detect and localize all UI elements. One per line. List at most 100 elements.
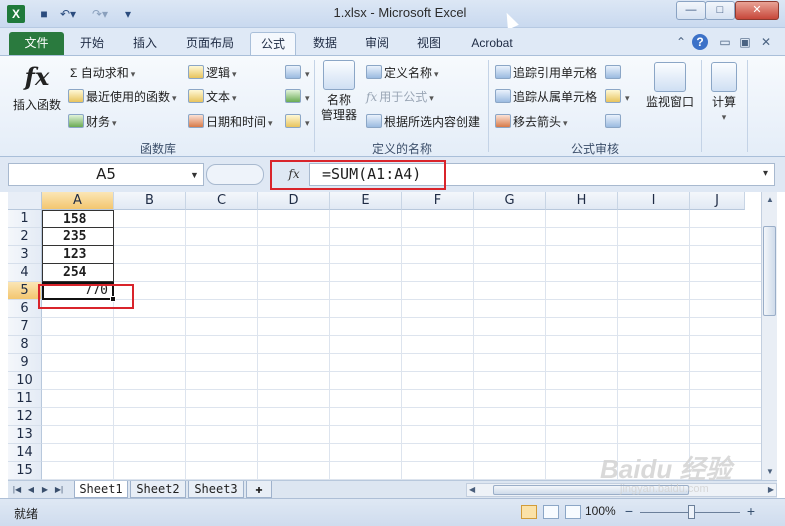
zoom-slider-thumb[interactable] bbox=[688, 505, 695, 519]
select-all-corner[interactable] bbox=[8, 192, 42, 210]
calculation-button[interactable]: 计算 ▾ bbox=[706, 62, 742, 125]
column-header-h[interactable]: H bbox=[546, 192, 618, 210]
show-formulas-button[interactable] bbox=[605, 65, 623, 81]
row-header-12[interactable]: 12 bbox=[8, 408, 42, 426]
financial-button[interactable]: 财务 ▾ bbox=[68, 114, 117, 131]
tab-file[interactable]: 文件 bbox=[9, 32, 64, 55]
tab-home[interactable]: 开始 bbox=[68, 32, 116, 55]
datetime-button[interactable]: 日期和时间 ▾ bbox=[188, 114, 273, 131]
redo-icon[interactable]: ↷▾ bbox=[90, 5, 110, 23]
sheet-tab-sheet1[interactable]: Sheet1 bbox=[74, 481, 128, 498]
spreadsheet-grid[interactable]: ABCDEFGHIJ 1 2 3 4 5 6 7 8 9 10 11 12 13 14 15 158 235… bbox=[8, 192, 761, 480]
last-sheet-icon[interactable]: ▶| bbox=[52, 483, 66, 497]
math-trig-button[interactable]: ▾ bbox=[285, 89, 310, 106]
row-header-15[interactable]: 15 bbox=[8, 462, 42, 480]
zoom-out-icon[interactable]: − bbox=[621, 503, 637, 519]
scroll-up-icon[interactable]: ▲ bbox=[764, 194, 776, 206]
cell-a2[interactable]: 235 bbox=[42, 228, 114, 246]
sheet-tab-sheet3[interactable]: Sheet3 bbox=[188, 481, 244, 498]
column-header-e[interactable]: E bbox=[330, 192, 402, 210]
row-header-7[interactable]: 7 bbox=[8, 318, 42, 336]
minimize-button[interactable]: — bbox=[676, 1, 706, 20]
row-header-11[interactable]: 11 bbox=[8, 390, 42, 408]
scroll-left-icon[interactable]: ◀ bbox=[469, 484, 475, 496]
trace-precedents-button[interactable]: 追踪引用单元格 bbox=[495, 65, 597, 81]
tab-view[interactable]: 视图 bbox=[406, 32, 452, 55]
evaluate-formula-button[interactable] bbox=[605, 114, 623, 130]
vertical-scroll-thumb[interactable] bbox=[763, 226, 776, 316]
normal-view-icon[interactable] bbox=[521, 505, 537, 519]
workbook-restore-icon[interactable]: ▣ bbox=[737, 34, 753, 50]
row-header-9[interactable]: 9 bbox=[8, 354, 42, 372]
create-from-selection-button[interactable]: 根据所选内容创建 bbox=[366, 114, 480, 130]
row-header-10[interactable]: 10 bbox=[8, 372, 42, 390]
row-header-6[interactable]: 6 bbox=[8, 300, 42, 318]
zoom-level[interactable]: 100% bbox=[585, 504, 616, 518]
row-header-3[interactable]: 3 bbox=[8, 246, 42, 264]
save-icon[interactable]: ■ bbox=[36, 5, 52, 23]
logical-button[interactable]: 逻辑 ▾ bbox=[188, 65, 237, 82]
name-manager-button[interactable]: 名称 管理器 bbox=[318, 60, 360, 123]
tab-review[interactable]: 审阅 bbox=[354, 32, 400, 55]
minimize-ribbon-icon[interactable]: ⌃ bbox=[673, 34, 689, 50]
row-header-5[interactable]: 5 bbox=[8, 282, 42, 300]
column-header-b[interactable]: B bbox=[114, 192, 186, 210]
column-header-c[interactable]: C bbox=[186, 192, 258, 210]
row-header-4[interactable]: 4 bbox=[8, 264, 42, 282]
column-header-a[interactable]: A bbox=[42, 192, 114, 210]
sheet-tab-sheet2[interactable]: Sheet2 bbox=[130, 481, 186, 498]
page-break-view-icon[interactable] bbox=[565, 505, 581, 519]
scroll-down-icon[interactable]: ▼ bbox=[764, 466, 776, 478]
tab-acrobat[interactable]: Acrobat bbox=[460, 32, 524, 55]
tab-page-layout[interactable]: 页面布局 bbox=[176, 32, 244, 55]
first-sheet-icon[interactable]: |◀ bbox=[10, 483, 24, 497]
watch-window-button[interactable]: 监视窗口 bbox=[643, 62, 697, 110]
trace-dependents-button[interactable]: 追踪从属单元格 bbox=[495, 89, 597, 105]
name-box[interactable]: A5 bbox=[8, 163, 204, 186]
column-header-j[interactable]: J bbox=[690, 192, 745, 210]
error-checking-button[interactable]: ▾ bbox=[605, 89, 630, 106]
workbook-close-icon[interactable]: ✕ bbox=[758, 34, 774, 50]
column-header-f[interactable]: F bbox=[402, 192, 474, 210]
tab-data[interactable]: 数据 bbox=[302, 32, 348, 55]
undo-icon[interactable]: ↶▾ bbox=[58, 5, 78, 23]
column-header-i[interactable]: I bbox=[618, 192, 690, 210]
tab-insert[interactable]: 插入 bbox=[122, 32, 168, 55]
close-button[interactable]: ✕ bbox=[735, 1, 779, 20]
column-header-d[interactable]: D bbox=[258, 192, 330, 210]
row-header-14[interactable]: 14 bbox=[8, 444, 42, 462]
insert-sheet-icon[interactable]: ✚ bbox=[246, 481, 272, 498]
lookup-reference-button[interactable]: ▾ bbox=[285, 65, 310, 82]
cell-a4[interactable]: 254 bbox=[42, 264, 114, 282]
use-in-formula-button[interactable]: fx 用于公式 ▾ bbox=[366, 89, 434, 106]
more-functions-button[interactable]: ▾ bbox=[285, 114, 310, 131]
column-header-g[interactable]: G bbox=[474, 192, 546, 210]
tab-formulas[interactable]: 公式 bbox=[250, 32, 296, 55]
cell-a3[interactable]: 123 bbox=[42, 246, 114, 264]
help-icon[interactable]: ? bbox=[692, 34, 708, 50]
workbook-minimize-icon[interactable]: ▭ bbox=[717, 34, 733, 50]
cell-a1[interactable]: 158 bbox=[42, 210, 114, 228]
text-button[interactable]: 文本 ▾ bbox=[188, 89, 237, 106]
define-name-button[interactable]: 定义名称 ▾ bbox=[366, 65, 439, 82]
formula-bar-resize-handle[interactable] bbox=[206, 164, 264, 185]
row-header-13[interactable]: 13 bbox=[8, 426, 42, 444]
expand-formula-bar-icon[interactable]: ▾ bbox=[763, 168, 768, 179]
page-layout-view-icon[interactable] bbox=[543, 505, 559, 519]
next-sheet-icon[interactable]: ▶ bbox=[38, 483, 52, 497]
row-header-1[interactable]: 1 bbox=[8, 210, 42, 228]
zoom-in-icon[interactable]: + bbox=[743, 503, 759, 519]
customize-quick-access-icon[interactable]: ▾ bbox=[122, 5, 134, 23]
row-header-8[interactable]: 8 bbox=[8, 336, 42, 354]
maximize-button[interactable]: □ bbox=[705, 1, 735, 20]
scroll-right-icon[interactable]: ▶ bbox=[768, 484, 774, 496]
row-header-2[interactable]: 2 bbox=[8, 228, 42, 246]
remove-arrows-button[interactable]: 移去箭头 ▾ bbox=[495, 114, 568, 131]
chevron-down-icon[interactable]: ▼ bbox=[190, 170, 199, 180]
excel-app-icon[interactable]: X bbox=[7, 5, 25, 23]
vertical-scrollbar[interactable]: ▲ ▼ bbox=[761, 192, 777, 480]
autosum-button[interactable]: Σ 自动求和 ▾ bbox=[70, 65, 135, 82]
recent-functions-button[interactable]: 最近使用的函数 ▾ bbox=[68, 89, 177, 106]
prev-sheet-icon[interactable]: ◀ bbox=[24, 483, 38, 497]
insert-function-button[interactable]: fx 插入函数 bbox=[8, 62, 66, 113]
